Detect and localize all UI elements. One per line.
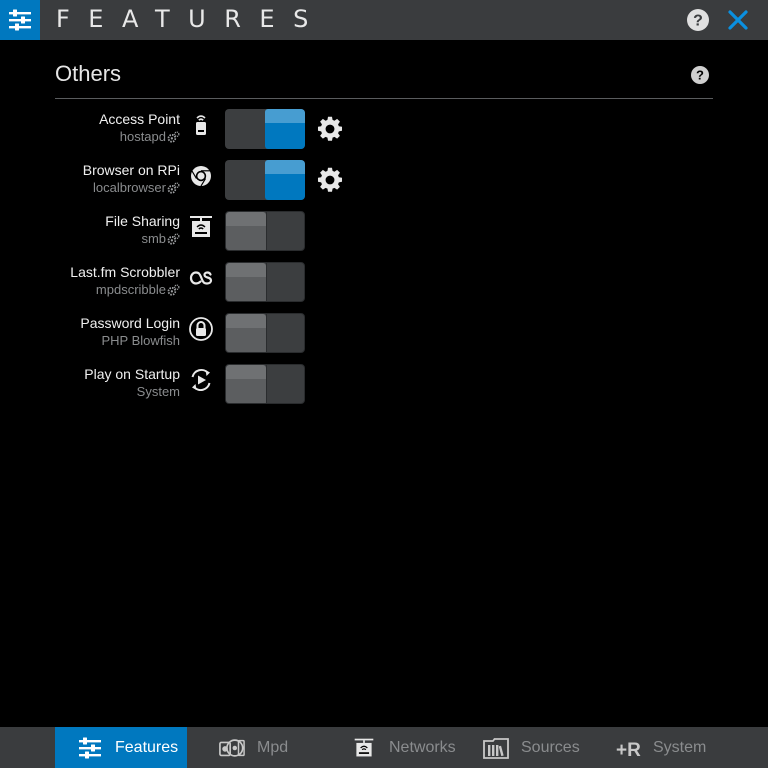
feature-subtitle-text: PHP Blowfish (101, 333, 180, 348)
feature-toggle[interactable] (225, 364, 305, 404)
feature-toggle[interactable] (225, 313, 305, 353)
tab-sources[interactable]: Sources (451, 727, 583, 768)
feature-name: File Sharing (105, 213, 180, 229)
feature-label: Browser on RPi localbrowser (83, 162, 180, 197)
gear-icon[interactable] (316, 115, 344, 143)
tab-features[interactable]: Features (55, 727, 187, 768)
bottom-tab-bar: Features Mpd Networks Sources +R System (0, 727, 768, 768)
svg-text:?: ? (693, 13, 703, 30)
feature-label: Play on Startup System (84, 366, 180, 401)
feature-name: Password Login (80, 315, 180, 331)
play-refresh-icon (188, 367, 214, 393)
feature-subtitle-text: System (136, 384, 180, 399)
feature-subtitle: System (137, 384, 180, 400)
feature-subtitle[interactable]: localbrowser (93, 180, 180, 196)
menu-button[interactable] (0, 0, 40, 40)
feature-toggle[interactable] (225, 109, 305, 149)
access-point-icon (188, 112, 214, 138)
title-bar: FEATURES ? (0, 0, 768, 40)
window-title: FEATURES (56, 5, 327, 33)
network-drive-icon (188, 214, 214, 240)
tab-label: Networks (389, 738, 456, 756)
feature-subtitle[interactable]: smb (141, 231, 180, 247)
section-title: Others (55, 61, 122, 86)
feature-toggle[interactable] (225, 262, 305, 302)
feature-subtitle: PHP Blowfish (101, 333, 180, 349)
feature-row: Last.fm Scrobbler mpdscribble (0, 262, 768, 313)
toggle-knob (226, 263, 266, 301)
feature-label: File Sharing smb (105, 213, 180, 248)
feature-subtitle[interactable]: mpdscribble (96, 282, 180, 298)
feature-row: Access Point hostapd (0, 109, 768, 160)
question-circle-icon[interactable]: ? (690, 65, 710, 85)
toggle-knob (265, 160, 305, 200)
mpd-icon (219, 737, 251, 759)
tab-label: Mpd (257, 738, 289, 756)
feature-subtitle-text: hostapd (119, 129, 166, 144)
feature-name: Play on Startup (84, 366, 180, 382)
toggle-knob (226, 314, 266, 352)
toggle-knob (226, 365, 266, 403)
section-divider (55, 98, 713, 99)
feature-label: Last.fm Scrobbler mpdscribble (70, 264, 180, 299)
feature-subtitle[interactable]: hostapd (120, 129, 180, 145)
tab-mpd[interactable]: Mpd (187, 727, 319, 768)
gears-icon[interactable] (167, 283, 180, 297)
svg-text:+R: +R (616, 740, 641, 759)
feature-name: Browser on RPi (82, 162, 180, 178)
feature-subtitle-text: localbrowser (93, 180, 166, 195)
chromium-icon (188, 163, 214, 189)
close-icon[interactable] (726, 8, 750, 32)
toggle-knob (226, 212, 266, 250)
tab-networks[interactable]: Networks (319, 727, 456, 768)
feature-toggle[interactable] (225, 211, 305, 251)
feature-name: Last.fm Scrobbler (70, 264, 180, 280)
lock-icon (188, 316, 214, 342)
gear-icon[interactable] (316, 166, 344, 194)
svg-text:?: ? (696, 68, 704, 83)
feature-subtitle-text: smb (141, 231, 166, 246)
toggle-knob (265, 109, 305, 149)
feature-name: Access Point (99, 111, 180, 127)
raspberry-icon: +R (615, 737, 647, 759)
feature-row: Browser on RPi localbrowser (0, 160, 768, 211)
library-icon (483, 737, 515, 759)
feature-toggle[interactable] (225, 160, 305, 200)
feature-label: Access Point hostapd (99, 111, 180, 146)
sliders-icon (9, 9, 31, 31)
network-drive-icon (351, 737, 383, 759)
feature-label: Password Login PHP Blowfish (80, 315, 180, 350)
question-circle-icon[interactable]: ? (686, 8, 710, 32)
sliders-icon (77, 737, 109, 759)
gears-icon[interactable] (167, 181, 180, 195)
tab-label: Features (115, 738, 179, 756)
lastfm-icon (188, 265, 214, 291)
gears-icon[interactable] (167, 232, 180, 246)
tab-label: Sources (521, 738, 580, 756)
feature-row: Password Login PHP Blowfish (0, 313, 768, 364)
tab-label: System (653, 738, 707, 756)
tab-system[interactable]: +R System (583, 727, 715, 768)
feature-row: Play on Startup System (0, 364, 768, 415)
gears-icon[interactable] (167, 130, 180, 144)
feature-subtitle-text: mpdscribble (95, 282, 166, 297)
feature-row: File Sharing smb (0, 211, 768, 262)
